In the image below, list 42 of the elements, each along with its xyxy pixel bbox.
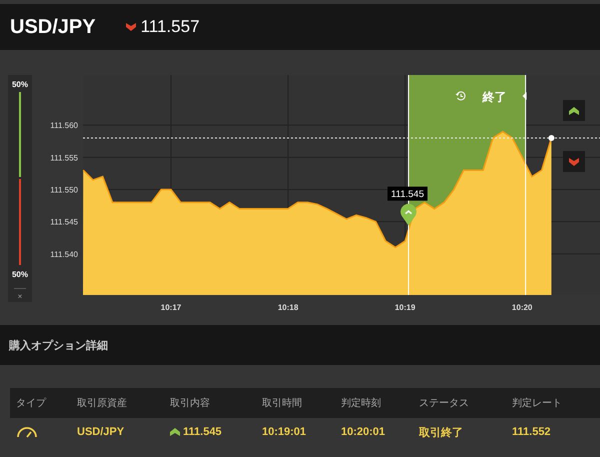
- up-arrow-icon: [170, 428, 180, 436]
- axis-label: 111.560: [50, 121, 78, 130]
- column-header: 取引原資産: [76, 396, 128, 410]
- entry-marker-icon: [400, 204, 417, 226]
- entry-price: 111.545: [183, 426, 222, 438]
- buy-down-button[interactable]: [563, 151, 585, 172]
- entry-price-tooltip: 111.545: [388, 186, 428, 201]
- table-cell-text: 取引終了: [418, 424, 464, 440]
- column-header: 取引内容: [169, 396, 211, 410]
- axis-label: 10:20: [512, 303, 532, 312]
- chevron-down-icon: [569, 158, 579, 166]
- up-percentage: 50%: [12, 80, 28, 89]
- axis-label: 10:19: [394, 303, 416, 312]
- axis-label: 111.545: [50, 218, 78, 227]
- column-header: タイプ: [15, 396, 48, 410]
- table-cell-text: 10:20:01: [340, 426, 386, 438]
- axis-label: 10:17: [160, 303, 182, 312]
- axis-label: 111.555: [50, 153, 78, 162]
- currency-pair: USD/JPY: [10, 16, 96, 38]
- table-cell-text: 10:19:01: [261, 426, 308, 438]
- column-header: 判定時刻: [340, 396, 382, 410]
- chevron-up-icon: [569, 106, 579, 114]
- axis-label: 10:18: [278, 303, 298, 312]
- table-cell-text: USD/JPY: [76, 426, 126, 438]
- close-button[interactable]: ×: [14, 288, 26, 301]
- down-arrow-icon: [126, 23, 136, 31]
- table-cell-text: 111.552: [511, 426, 552, 438]
- axis-label: 111.550: [50, 186, 78, 194]
- history-icon: [456, 91, 466, 100]
- current-price-dot: [548, 135, 554, 142]
- column-header: ステータス: [418, 397, 470, 410]
- handle-icon: [522, 92, 527, 100]
- axis-label: 111.540: [50, 250, 78, 259]
- speedometer-icon: [16, 425, 38, 439]
- section-title: 購入オプション詳細: [9, 338, 108, 352]
- annotation: 111.545: [391, 189, 424, 200]
- column-header: 判定レート: [511, 396, 563, 410]
- buy-up-button[interactable]: [563, 100, 585, 121]
- down-percentage: 50%: [12, 270, 28, 279]
- current-price: 111.557: [140, 17, 200, 37]
- window-label: 終了: [482, 90, 507, 104]
- column-header: 取引時間: [261, 396, 303, 410]
